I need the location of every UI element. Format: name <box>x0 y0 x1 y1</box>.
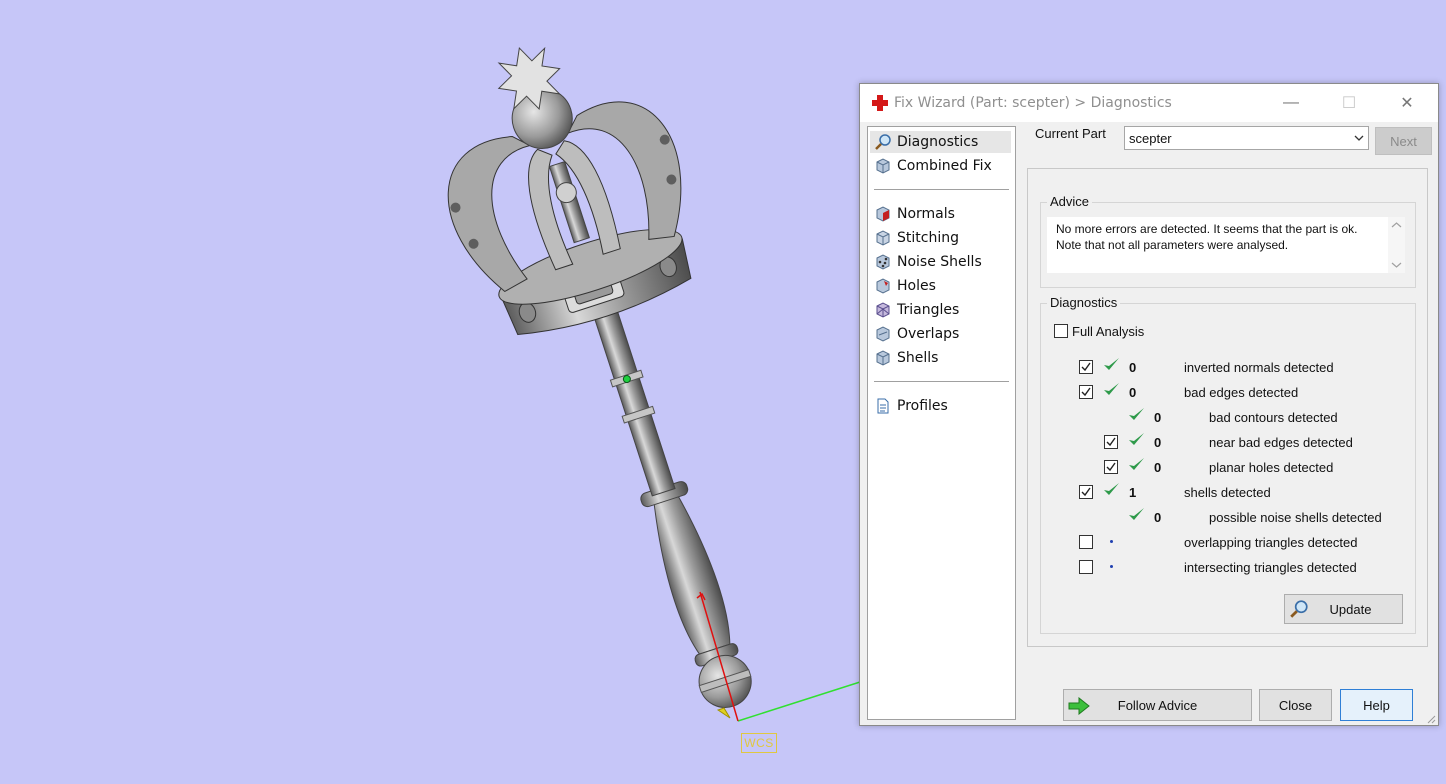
advice-title: Advice <box>1047 194 1093 209</box>
diagnostics-title: Diagnostics <box>1047 295 1121 310</box>
diagnostic-checkbox[interactable] <box>1104 460 1118 474</box>
chevron-down-icon <box>1354 135 1364 141</box>
fix-wizard-window: Fix Wizard (Part: scepter) > Diagnostics… <box>859 83 1439 726</box>
green-check-icon <box>1104 358 1119 370</box>
diagnostic-label: possible noise shells detected <box>1209 510 1382 525</box>
current-part-select[interactable]: scepter <box>1124 126 1369 150</box>
full-analysis-label: Full Analysis <box>1072 324 1145 339</box>
resize-grip-icon[interactable] <box>1426 714 1436 724</box>
diagnostic-count: 0 <box>1154 435 1162 450</box>
diagnostic-checkbox[interactable] <box>1079 385 1093 399</box>
sidebar-item-triangles[interactable]: Triangles <box>870 299 1011 321</box>
advice-scrollbar[interactable] <box>1388 217 1405 273</box>
diagnostic-label: intersecting triangles detected <box>1184 560 1357 575</box>
sidebar-item-noise-shells[interactable]: Noise Shells <box>870 251 1011 273</box>
diagnostic-label: overlapping triangles detected <box>1184 535 1358 550</box>
green-check-icon <box>1104 483 1119 495</box>
sidebar-item-label: Stitching <box>897 230 959 246</box>
full-analysis-checkbox[interactable] <box>1054 324 1068 338</box>
diagnostics-panel: Advice No more errors are detected. It s… <box>1027 168 1428 647</box>
overlaps-cube-icon <box>874 325 892 343</box>
sidebar-item-shells[interactable]: Shells <box>870 347 1011 369</box>
current-part-value: scepter <box>1129 131 1172 146</box>
diagnostic-checkbox[interactable] <box>1079 535 1093 549</box>
pending-dot-icon <box>1110 565 1113 568</box>
sidebar-item-diagnostics[interactable]: Diagnostics <box>870 131 1011 153</box>
diagnostic-label: shells detected <box>1184 485 1271 500</box>
green-check-icon <box>1129 458 1144 470</box>
diagnostics-group: Diagnostics Full Analysis 0 inverted norm… <box>1040 295 1416 634</box>
pending-dot-icon <box>1110 540 1113 543</box>
update-label: Update <box>1329 601 1372 617</box>
maximize-button[interactable]: ☐ <box>1320 84 1378 122</box>
red-cross-icon <box>872 95 888 111</box>
sidebar-item-holes[interactable]: Holes <box>870 275 1011 297</box>
diagnostic-checkbox[interactable] <box>1079 360 1093 374</box>
diagnostic-label: planar holes detected <box>1209 460 1334 475</box>
advice-text: No more errors are detected. It seems th… <box>1056 222 1358 252</box>
magnifier-icon <box>1290 600 1308 618</box>
minimize-button[interactable]: — <box>1262 84 1320 122</box>
noise-shells-icon <box>874 253 892 271</box>
green-check-icon <box>1104 383 1119 395</box>
diagnostic-count: 0 <box>1154 460 1162 475</box>
sidebar-item-normals[interactable]: Normals <box>870 203 1011 225</box>
sidebar-item-label: Overlaps <box>897 326 960 342</box>
arrow-right-icon <box>1068 697 1090 715</box>
triangles-cube-icon <box>874 301 892 319</box>
close-button[interactable]: Close <box>1259 689 1332 721</box>
sidebar-item-label: Triangles <box>897 302 960 318</box>
sidebar-item-label: Holes <box>897 278 936 294</box>
diagnostic-checkbox[interactable] <box>1104 435 1118 449</box>
current-part-label: Current Part <box>1035 126 1106 141</box>
sidebar-item-label: Shells <box>897 350 939 366</box>
diagnostic-checkbox[interactable] <box>1079 485 1093 499</box>
document-icon <box>874 397 892 415</box>
sidebar-item-overlaps[interactable]: Overlaps <box>870 323 1011 345</box>
shells-cube-icon <box>874 349 892 367</box>
y-axis-line <box>737 681 861 722</box>
diagnostic-label: bad edges detected <box>1184 385 1299 400</box>
diagnostic-label: inverted normals detected <box>1184 360 1334 375</box>
wizard-sidebar: Diagnostics Combined Fix Normals Stitchi… <box>867 126 1016 720</box>
close-window-button[interactable]: ✕ <box>1378 84 1436 122</box>
normals-cube-icon <box>874 205 892 223</box>
stitching-cube-icon <box>874 229 892 247</box>
follow-advice-label: Follow Advice <box>1117 697 1198 713</box>
diagnostic-label: bad contours detected <box>1209 410 1338 425</box>
diagnostic-count: 0 <box>1129 385 1137 400</box>
sidebar-item-profiles[interactable]: Profiles <box>870 395 1011 417</box>
sidebar-item-label: Normals <box>897 206 955 222</box>
sidebar-item-label: Combined Fix <box>897 158 992 174</box>
advice-textbox: No more errors are detected. It seems th… <box>1047 217 1405 273</box>
green-check-icon <box>1129 433 1144 445</box>
help-button[interactable]: Help <box>1340 689 1413 721</box>
diagnostic-count: 0 <box>1154 510 1162 525</box>
magnifier-icon <box>874 133 892 151</box>
sidebar-separator <box>874 189 1009 190</box>
diagnostic-count: 1 <box>1129 485 1137 500</box>
sidebar-separator <box>874 381 1009 382</box>
sidebar-item-combined-fix[interactable]: Combined Fix <box>870 155 1011 177</box>
sidebar-item-label: Profiles <box>897 398 948 414</box>
next-button[interactable]: Next <box>1375 127 1432 155</box>
diagnostic-checkbox[interactable] <box>1079 560 1093 574</box>
advice-group: Advice No more errors are detected. It s… <box>1040 194 1416 288</box>
holes-cube-icon <box>874 277 892 295</box>
diagnostic-count: 0 <box>1129 360 1137 375</box>
title-bar[interactable]: Fix Wizard (Part: scepter) > Diagnostics… <box>860 84 1438 122</box>
sidebar-item-stitching[interactable]: Stitching <box>870 227 1011 249</box>
sidebar-item-label: Noise Shells <box>897 254 982 270</box>
diagnostic-count: 0 <box>1154 410 1162 425</box>
update-button[interactable]: Update <box>1284 594 1403 624</box>
diagnostic-label: near bad edges detected <box>1209 435 1353 450</box>
green-check-icon <box>1129 408 1144 420</box>
cube-icon <box>874 157 892 175</box>
sidebar-item-label: Diagnostics <box>897 134 979 150</box>
green-check-icon <box>1129 508 1144 520</box>
window-title: Fix Wizard (Part: scepter) > Diagnostics <box>894 95 1172 111</box>
wcs-label: WCS <box>741 733 777 753</box>
follow-advice-button[interactable]: Follow Advice <box>1063 689 1252 721</box>
